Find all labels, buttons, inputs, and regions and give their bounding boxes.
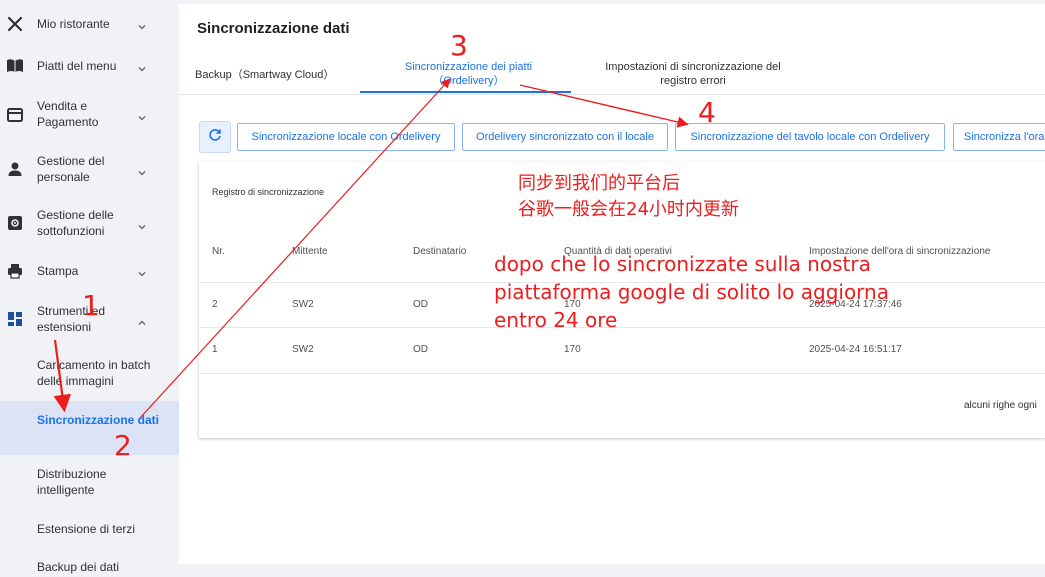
tab-impostazioni-registro[interactable]: Impostazioni di sincronizzazione del reg… [597, 60, 789, 88]
payment-card-icon [6, 106, 24, 124]
sidebar-item-label: Piatti del menu [37, 59, 117, 73]
page-title: Sincronizzazione dati [197, 20, 350, 37]
cell-destinatario: OD [413, 344, 428, 355]
sidebar-item-label: Gestione delle sottofunzioni [37, 208, 114, 238]
pagination-text: alcuni righe ogni [964, 400, 1037, 411]
annotation-line: 同步到我们的平台后 [518, 173, 680, 194]
sidebar-item-label: Stampa [37, 264, 79, 278]
refresh-button[interactable] [199, 121, 231, 153]
annotation-number-2: 2 [114, 429, 132, 462]
column-header: Mittente [292, 246, 328, 257]
row-divider [199, 373, 1045, 374]
person-icon [6, 160, 24, 178]
column-header: Destinatario [413, 246, 467, 257]
sidebar-subitem-label: Backup dei dati [37, 560, 120, 574]
printer-icon [6, 262, 24, 280]
sidebar-subitem-caricamento[interactable]: Caricamento in batch delle immagini [0, 350, 179, 400]
sync-local-to-ordelivery-button[interactable]: Sincronizzazione locale con Ordelivery [237, 123, 455, 151]
chevron-down-icon [137, 165, 147, 176]
annotation-number-1: 1 [82, 289, 100, 322]
cell-ora: 2025-04-24 16:51:17 [809, 344, 902, 355]
sidebar-subitem-estensione[interactable]: Estensione di terzi [0, 514, 179, 544]
log-title: Registro di sincronizzazione [212, 187, 325, 197]
chevron-up-icon [137, 315, 147, 325]
sidebar-subitem-label: Estensione di terzi [37, 522, 136, 536]
sidebar-item-vendita[interactable]: Vendita e Pagamento [0, 98, 179, 132]
cell-destinatario: OD [413, 299, 428, 310]
sync-ordelivery-to-local-button[interactable]: Ordelivery sincronizzato con il locale [462, 123, 668, 151]
sidebar-item-label: Vendita e Pagamento [37, 99, 99, 129]
sidebar-subitem-label: Sincronizzazione dati [37, 413, 160, 427]
cell-mittente: SW2 [292, 344, 314, 355]
chevron-down-icon [137, 19, 147, 30]
sidebar-item-sottofunzioni[interactable]: Gestione delle sottofunzioni [0, 207, 179, 241]
annotation-italian-text: dopo che lo sincronizzate sulla nostra p… [494, 252, 889, 332]
chevron-down-icon [137, 110, 147, 121]
annotation-number-3: 3 [450, 29, 468, 62]
dashboard-icon [6, 310, 24, 328]
chevron-down-icon [137, 266, 147, 277]
tab-sincronizzazione-piatti[interactable]: Sincronizzazione dei piatti（Ordelivery） [391, 60, 546, 88]
refresh-icon [208, 128, 222, 147]
cell-nr: 2 [212, 299, 218, 310]
sidebar-subitem-backup[interactable]: Backup dei dati [0, 552, 179, 577]
sidebar-subitem-label: Caricamento in batch delle immagini [37, 358, 151, 388]
column-header: Nr. [212, 246, 225, 257]
sidebar-subitem-distribuzione[interactable]: Distribuzione intelligente [0, 458, 179, 506]
cell-nr: 1 [212, 344, 218, 355]
sidebar-item-stampa[interactable]: Stampa [0, 261, 179, 281]
sidebar-item-piatti[interactable]: Piatti del menu [0, 56, 179, 76]
annotation-chinese-text: 同步到我们的平台后 谷歌一般会在24小时内更新 [518, 171, 739, 223]
gear-box-icon [6, 214, 24, 232]
chevron-down-icon [137, 219, 147, 230]
sidebar-item-personale[interactable]: Gestione del personale [0, 153, 179, 187]
chevron-down-icon [137, 61, 147, 72]
fork-knife-icon [6, 15, 24, 33]
annotation-number-4: 4 [698, 96, 716, 129]
sidebar-subitem-label: Distribuzione intelligente [37, 467, 107, 497]
sidebar-item-label: Gestione del personale [37, 154, 105, 184]
cell-quantita: 170 [564, 344, 581, 355]
sidebar-subitem-sincronizzazione[interactable]: Sincronizzazione dati [0, 401, 179, 455]
annotation-line: 谷歌一般会在24小时内更新 [518, 199, 739, 220]
tab-divider [179, 94, 1045, 95]
cell-mittente: SW2 [292, 299, 314, 310]
active-tab-indicator [360, 91, 571, 93]
book-icon [6, 57, 24, 75]
sync-time-button[interactable]: Sincronizza l'ora [953, 123, 1045, 151]
sidebar-item-label: Mio ristorante [37, 17, 110, 31]
sidebar-item-mio-ristorante[interactable]: Mio ristorante [0, 14, 179, 34]
tab-backup[interactable]: Backup（Smartway Cloud） [195, 68, 355, 82]
